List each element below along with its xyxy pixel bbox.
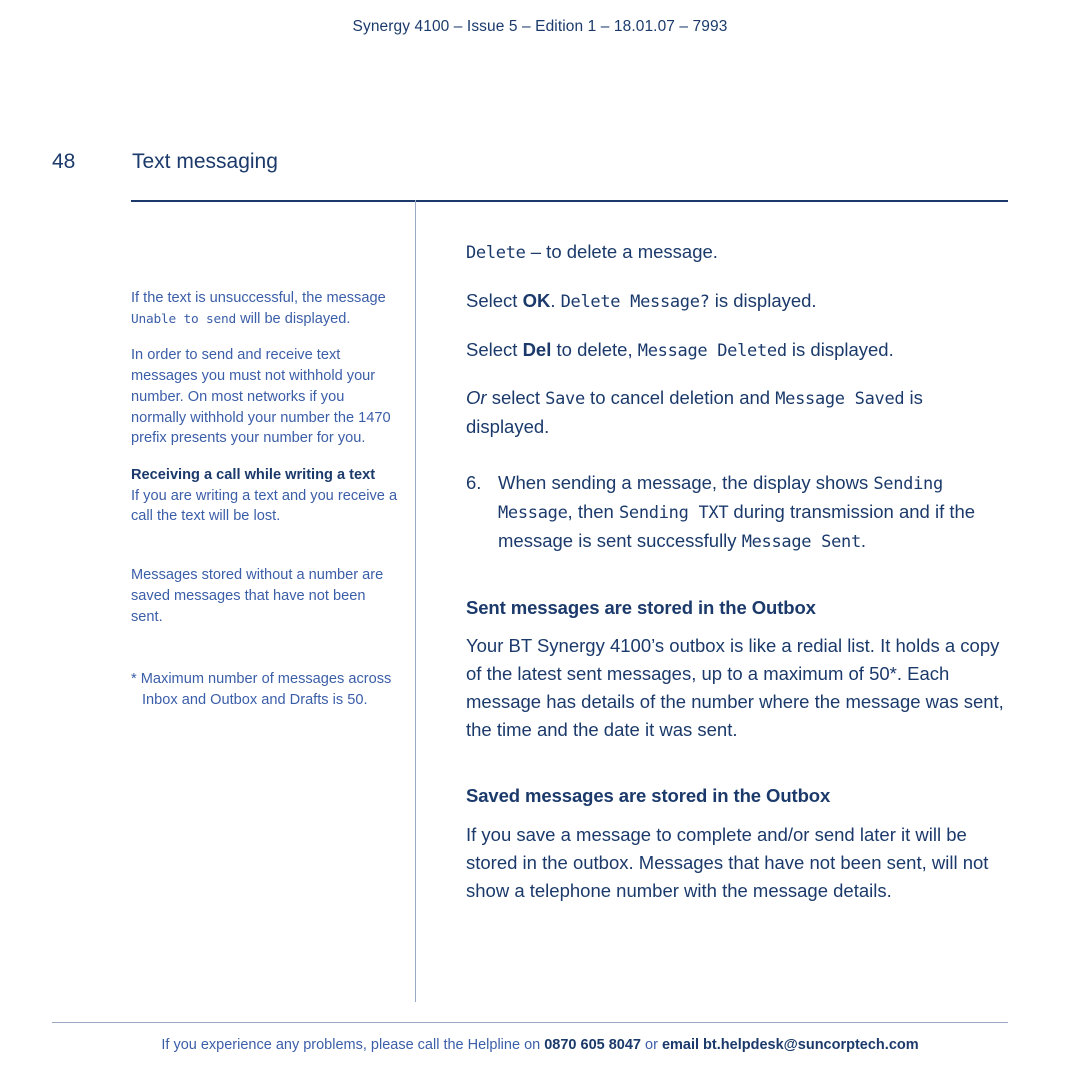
sent-messages-body: Your BT Synergy 4100’s outbox is like a …	[466, 635, 1004, 741]
note-withhold-number: In order to send and receive text messag…	[131, 345, 399, 449]
step-6-number: 6.	[466, 472, 482, 494]
note-stored-without-number: Messages stored without a number are sav…	[131, 565, 399, 627]
note-receiving-call: Receiving a call while writing a text If…	[131, 465, 399, 527]
footer-divider	[52, 1022, 1008, 1023]
column-divider	[415, 200, 416, 1002]
note-receiving-call-heading: Receiving a call while writing a text	[131, 467, 376, 484]
page-footer: If you experience any problems, please c…	[0, 1037, 1080, 1053]
saved-messages-heading: Saved messages are stored in the Outbox	[466, 785, 831, 807]
page-title: Text messaging	[132, 150, 278, 173]
sent-messages-heading: Sent messages are stored in the Outbox	[466, 596, 816, 618]
saved-messages-body: If you save a message to complete and/or…	[466, 823, 989, 901]
note-unable-to-send: If the text is unsuccessful, the message…	[131, 288, 399, 329]
footer-intro: If you experience any problems, please c…	[161, 1037, 545, 1053]
note-withhold-number-text: In order to send and receive text messag…	[131, 347, 391, 447]
footer-phone: 0870 605 8047	[544, 1037, 641, 1053]
step-6: 6. When sending a message, the display s…	[466, 469, 1011, 555]
note-receiving-call-body: If you are writing a text and you receiv…	[131, 487, 398, 525]
page-number: 48	[52, 150, 76, 173]
select-del-instruction: Select Del to delete, Message Deleted is…	[466, 338, 894, 361]
footer-middle: or	[641, 1037, 662, 1053]
page-title-row: 48 Text messaging	[52, 150, 1012, 180]
footnote-maximum: * Maximum number of messages across Inbo…	[131, 669, 399, 710]
sidebar-notes: If the text is unsuccessful, the message…	[131, 200, 399, 727]
or-save-instruction: Or select Save to cancel deletion and Me…	[466, 387, 923, 438]
note-unable-to-send-text: If the text is unsuccessful, the message…	[131, 290, 386, 327]
step-6-text: When sending a message, the display show…	[498, 472, 976, 553]
main-content: Delete – to delete a message. Select OK.…	[466, 200, 1011, 913]
footnote-maximum-text: * Maximum number of messages across Inbo…	[131, 671, 392, 709]
footer-email[interactable]: email bt.helpdesk@suncorptech.com	[662, 1037, 919, 1053]
note-stored-without-number-body: Messages stored without a number are sav…	[131, 567, 384, 625]
manual-page: Synergy 4100 – Issue 5 – Edition 1 – 18.…	[0, 0, 1080, 1076]
delete-instruction: Delete – to delete a message.	[466, 241, 718, 263]
page-header: Synergy 4100 – Issue 5 – Edition 1 – 18.…	[352, 18, 728, 35]
select-ok-instruction: Select OK. Delete Message? is displayed.	[466, 289, 817, 312]
